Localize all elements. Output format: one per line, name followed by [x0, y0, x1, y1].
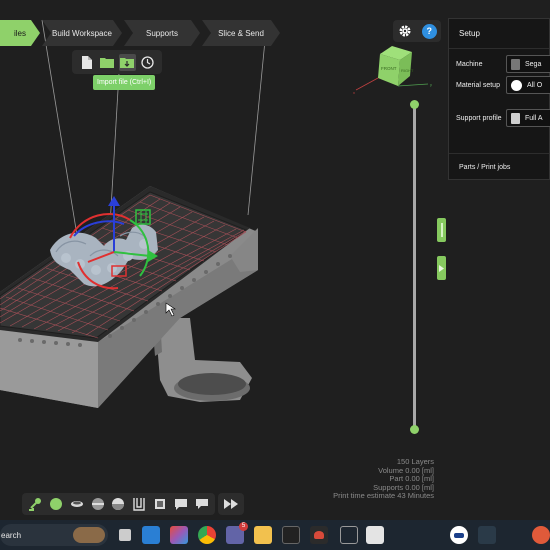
new-file-icon[interactable] [78, 54, 95, 71]
teams-icon[interactable]: 5 [226, 522, 248, 544]
store-icon[interactable] [366, 526, 384, 544]
bowl-icon[interactable] [68, 496, 85, 513]
step-build-workspace-label: Build Workspace [52, 28, 112, 38]
top-right-buttons: ? [393, 20, 441, 42]
move-icon[interactable] [27, 496, 44, 513]
file-toolbar [72, 50, 162, 74]
setup-title: Setup [449, 19, 549, 49]
parts-print-jobs-header[interactable]: Parts / Print jobs [449, 153, 549, 181]
collapse-panel-tab[interactable] [437, 218, 446, 242]
import-tooltip: Import file (Ctrl+I) [93, 75, 156, 90]
teamviewer-icon[interactable] [450, 526, 468, 544]
app-window: iles Build Workspace Supports Slice & Se… [0, 0, 550, 550]
support-label: Support profile [456, 114, 502, 122]
step-supports[interactable]: Supports [124, 20, 200, 46]
material-color-dot [511, 79, 522, 91]
support-select[interactable]: Full A [506, 109, 550, 127]
step-build-workspace[interactable]: Build Workspace [42, 20, 122, 46]
teams-badge: 5 [239, 522, 248, 531]
material-row: Material setup All O [456, 76, 550, 94]
expand-panel-tab[interactable] [437, 256, 446, 280]
next-step-button[interactable] [218, 493, 244, 515]
app-icon-dark[interactable] [282, 526, 300, 544]
app-icon-red[interactable] [310, 526, 328, 544]
step-supports-label: Supports [145, 28, 179, 38]
svg-text:x: x [353, 90, 355, 95]
half-sphere-icon[interactable] [89, 496, 106, 513]
machine-value: Sega [525, 60, 542, 68]
workflow-steps: iles Build Workspace Supports Slice & Se… [0, 20, 282, 46]
comment-icon[interactable] [172, 496, 189, 513]
outlook-icon[interactable] [142, 526, 160, 544]
print-stats: 150 Layers Volume 0.00 [ml] Part 0.00 [m… [300, 457, 434, 501]
help-icon[interactable]: ? [421, 23, 437, 39]
search-highlight-image [73, 527, 105, 543]
machine-label: Machine [456, 60, 483, 68]
svg-text:y: y [430, 82, 432, 87]
cube-face-right: RIGHT [401, 68, 414, 73]
sphere-icon[interactable] [48, 496, 65, 513]
step-slice-send[interactable]: Slice & Send [202, 20, 280, 46]
taskbar: earch 5 [0, 520, 550, 550]
machine-select[interactable]: Sega [506, 55, 550, 73]
layer-slider-bottom-knob[interactable] [410, 425, 419, 434]
step-files-label: iles [13, 28, 26, 38]
material-value: All O [527, 81, 543, 89]
import-file-icon[interactable] [118, 53, 136, 71]
gear-icon[interactable] [397, 23, 413, 39]
search-text: earch [1, 530, 22, 540]
chrome-icon[interactable] [198, 526, 216, 544]
wireframe-box-icon[interactable] [131, 496, 148, 513]
layer-slider[interactable] [413, 104, 416, 430]
support-thumbnail [511, 112, 520, 124]
material-select[interactable]: All O [506, 76, 550, 94]
layer-slider-top-knob[interactable] [410, 100, 419, 109]
cube-icon[interactable] [151, 496, 168, 513]
step-slice-send-label: Slice & Send [218, 28, 264, 38]
history-icon[interactable] [139, 54, 156, 71]
shaded-sphere-icon[interactable] [110, 496, 127, 513]
view-cube[interactable]: FRONT RIGHT x y [350, 44, 440, 100]
task-view-icon[interactable] [116, 526, 134, 544]
material-label: Material setup [456, 81, 500, 89]
copilot-icon[interactable] [170, 526, 188, 544]
support-row: Support profile Full A [456, 109, 550, 127]
snipping-tool-icon[interactable] [340, 526, 358, 544]
open-folder-icon[interactable] [98, 54, 115, 71]
app-icon-orange[interactable] [532, 526, 550, 544]
machine-thumbnail [511, 58, 520, 70]
step-files[interactable]: iles [0, 20, 40, 46]
file-explorer-icon[interactable] [254, 526, 272, 544]
machine-row: Machine Sega [456, 55, 550, 73]
setup-panel: Setup Machine Sega Material setup All O … [448, 18, 550, 180]
taskbar-search[interactable]: earch [0, 524, 108, 546]
support-value: Full A [525, 114, 543, 122]
fast-forward-icon [224, 499, 238, 509]
cube-face-front: FRONT [381, 66, 397, 71]
print-time-estimate: Print time estimate 43 Minutes [333, 491, 434, 501]
chat-icon[interactable] [193, 496, 210, 513]
view-toolbar [22, 493, 215, 515]
app-icon-network[interactable] [478, 526, 496, 544]
